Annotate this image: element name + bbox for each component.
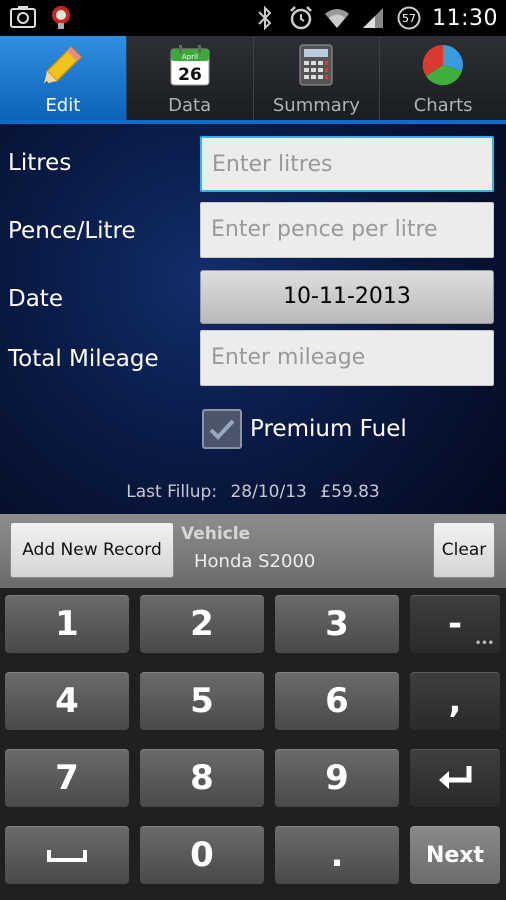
key-enter[interactable] [410, 749, 500, 807]
total-mileage-label: Total Mileage [8, 346, 159, 372]
litres-input[interactable]: Enter litres [200, 136, 494, 192]
tab-edit-label: Edit [45, 95, 81, 116]
key-6[interactable]: 6 [275, 672, 399, 730]
vehicle-title: Vehicle [181, 524, 251, 544]
key-minus[interactable]: - ••• [410, 595, 500, 653]
litres-placeholder: Enter litres [212, 152, 333, 177]
key-2[interactable]: 2 [140, 595, 264, 653]
tab-data-label: Data [168, 95, 212, 116]
wifi-icon [324, 5, 350, 31]
key-3[interactable]: 3 [275, 595, 399, 653]
key-next[interactable]: Next [410, 826, 500, 884]
pencil-icon [40, 43, 86, 87]
edit-form: Litres Enter litres Pence/Litre Enter pe… [0, 124, 506, 514]
calendar-icon: April 26 [167, 43, 213, 87]
key-minus-label: - [447, 604, 463, 644]
key-comma[interactable]: , [410, 672, 500, 730]
space-icon [47, 850, 87, 862]
app-notification-icon [48, 4, 74, 30]
premium-fuel-label: Premium Fuel [250, 416, 407, 442]
last-fillup-label: Last Fillup: [126, 482, 218, 502]
key-1[interactable]: 1 [5, 595, 129, 653]
key-4[interactable]: 4 [5, 672, 129, 730]
calculator-icon [293, 43, 339, 87]
mileage-input[interactable]: Enter mileage [200, 330, 494, 386]
status-bar: 57 11:30 [0, 0, 506, 36]
key-9[interactable]: 9 [275, 749, 399, 807]
key-8[interactable]: 8 [140, 749, 264, 807]
clear-button[interactable]: Clear [433, 522, 495, 578]
premium-fuel-checkbox[interactable] [202, 409, 242, 449]
numeric-keypad: 1 2 3 - ••• 4 5 6 , 7 8 9 0 . Next [0, 588, 506, 900]
last-fillup-date: 28/10/13 [230, 482, 307, 502]
alarm-icon [288, 5, 314, 31]
key-5[interactable]: 5 [140, 672, 264, 730]
signal-icon [360, 5, 386, 31]
vehicle-selector[interactable]: Honda S2000 [194, 551, 315, 572]
camera-icon [10, 4, 36, 30]
bluetooth-icon [252, 5, 278, 31]
ppl-placeholder: Enter pence per litre [211, 217, 438, 242]
add-new-record-button[interactable]: Add New Record [10, 522, 174, 578]
action-bar: Add New Record Vehicle Honda S2000 Clear [0, 514, 506, 588]
key-7[interactable]: 7 [5, 749, 129, 807]
key-space[interactable] [5, 826, 129, 884]
tab-edit[interactable]: Edit [0, 36, 127, 124]
last-fillup-amount: £59.83 [320, 482, 380, 502]
key-0[interactable]: 0 [140, 826, 264, 884]
svg-text:57: 57 [402, 12, 416, 25]
pence-per-litre-input[interactable]: Enter pence per litre [200, 202, 494, 258]
tab-charts[interactable]: Charts [380, 36, 506, 124]
status-time: 11:30 [432, 5, 498, 31]
mileage-placeholder: Enter mileage [211, 345, 366, 370]
tab-summary[interactable]: Summary [253, 36, 381, 124]
last-fillup-info: Last Fillup: 28/10/13 £59.83 [0, 482, 506, 502]
tab-summary-label: Summary [272, 95, 360, 116]
pence-per-litre-label: Pence/Litre [8, 218, 136, 244]
tab-bar: Edit April 26 Data Summary Charts [0, 36, 506, 124]
tab-data[interactable]: April 26 Data [126, 36, 254, 124]
more-dots-icon: ••• [474, 638, 494, 649]
date-label: Date [8, 286, 63, 312]
svg-text:April: April [182, 53, 198, 61]
battery-icon: 57 [396, 5, 422, 31]
svg-text:26: 26 [178, 65, 202, 85]
tab-charts-label: Charts [413, 95, 473, 116]
enter-icon [439, 766, 472, 789]
key-dot[interactable]: . [275, 826, 399, 884]
date-picker-button[interactable]: 10-11-2013 [200, 270, 494, 324]
litres-label: Litres [8, 150, 72, 176]
checkmark-icon [209, 419, 235, 440]
pie-chart-icon [420, 43, 466, 87]
